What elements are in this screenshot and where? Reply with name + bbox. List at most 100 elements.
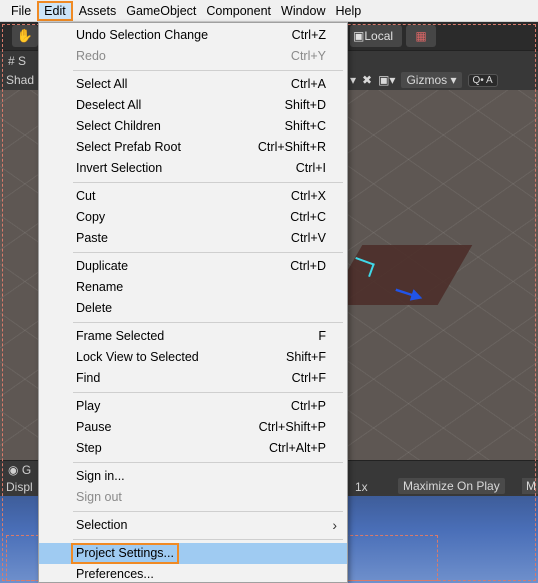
menu-item-label: Deselect All [76,98,142,112]
menu-item-select-all[interactable]: Select All Ctrl+A [39,74,347,95]
menu-item-sign-in[interactable]: Sign in... [39,466,347,487]
menu-window[interactable]: Window [276,1,330,21]
menu-item-shortcut: Ctrl+Shift+P [258,420,326,434]
menu-item-shortcut: Ctrl+Alt+P [269,441,326,455]
menu-item-shortcut: Shift+D [284,98,326,112]
menu-item-label: Sign in... [76,469,125,483]
menu-item-label: Redo [76,49,106,63]
menu-item-rename[interactable]: Rename [39,277,347,298]
menu-item-label: Delete [76,301,113,315]
menu-item-frame-selected[interactable]: Frame Selected F [39,326,347,347]
menu-item-shortcut: Ctrl+F [291,371,326,385]
menu-item-select-prefab-root[interactable]: Select Prefab Root Ctrl+Shift+R [39,137,347,158]
menu-item-label: Frame Selected [76,329,165,343]
menu-item-copy[interactable]: Copy Ctrl+C [39,207,347,228]
menu-item-label: Find [76,371,101,385]
menu-item-label: Select Children [76,119,161,133]
game-tab[interactable]: ◉ G [8,463,31,477]
menu-item-label: Copy [76,210,106,224]
menu-item-project-settings[interactable]: Project Settings... [39,543,347,564]
gamepad-icon: ◉ [8,463,19,477]
menu-item-duplicate[interactable]: Duplicate Ctrl+D [39,256,347,277]
menu-separator [39,179,347,186]
menu-item-step[interactable]: Step Ctrl+Alt+P [39,438,347,459]
menu-item-play[interactable]: Play Ctrl+P [39,396,347,417]
menu-item-deselect-all[interactable]: Deselect All Shift+D [39,95,347,116]
grid-snap-icon[interactable]: ▦ [406,25,436,47]
menu-item-redo[interactable]: Redo Ctrl+Y [39,46,347,67]
menu-gameobject[interactable]: GameObject [121,1,201,21]
gizmos-label: Gizmos [406,73,448,87]
menu-item-label: Step [76,441,102,455]
menu-item-label: Pause [76,420,112,434]
menu-assets[interactable]: Assets [74,1,122,21]
menu-item-label: Paste [76,231,108,245]
menu-item-undo-selection-change[interactable]: Undo Selection Change Ctrl+Z [39,25,347,46]
menu-separator [39,508,347,515]
menu-separator [39,389,347,396]
menu-component[interactable]: Component [201,1,276,21]
scene-search-input[interactable]: Q• A [467,73,498,87]
menu-item-shortcut: Ctrl+Z [291,28,326,42]
selected-plane [327,245,473,305]
tools-icon[interactable]: ✖ [362,73,372,87]
pivot-local-button[interactable]: ▣Local [350,25,402,47]
menu-item-delete[interactable]: Delete [39,298,347,319]
menu-separator [39,536,347,543]
menu-item-shortcut: Ctrl+Y [290,49,326,63]
shading-mode-dropdown[interactable]: Shad [6,73,34,87]
gizmos-dropdown[interactable]: Gizmos ▾ [401,72,462,88]
menu-item-sign-out[interactable]: Sign out [39,487,347,508]
menu-item-preferences[interactable]: Preferences... [39,564,347,583]
menu-item-shortcut: Ctrl+D [290,259,326,273]
menu-item-select-children[interactable]: Select Children Shift+C [39,116,347,137]
menu-item-label: Rename [76,280,124,294]
menu-item-lock-view-to-selected[interactable]: Lock View to Selected Shift+F [39,347,347,368]
mute-toggle[interactable]: M [522,478,538,494]
menu-item-invert-selection[interactable]: Invert Selection Ctrl+I [39,158,347,179]
menu-item-label: Invert Selection [76,161,163,175]
menu-separator [39,67,347,74]
menu-item-shortcut: Ctrl+Shift+R [257,140,326,154]
menu-item-find[interactable]: Find Ctrl+F [39,368,347,389]
menu-item-shortcut: Ctrl+I [295,161,326,175]
hand-icon[interactable]: ✋ [12,25,38,47]
menu-item-shortcut: F [318,329,326,343]
menu-edit[interactable]: Edit [37,0,73,21]
display-dropdown[interactable]: Displ [6,480,33,494]
menu-file[interactable]: File [6,1,36,21]
menu-item-cut[interactable]: Cut Ctrl+X [39,186,347,207]
menu-item-paste[interactable]: Paste Ctrl+V [39,228,347,249]
menu-item-label: Preferences... [76,567,154,581]
menu-item-shortcut: Ctrl+X [290,189,326,203]
menu-item-shortcut: Shift+C [284,119,326,133]
menu-item-pause[interactable]: Pause Ctrl+Shift+P [39,417,347,438]
maximize-on-play-toggle[interactable]: Maximize On Play [398,478,505,494]
local-label: Local [364,29,394,43]
menu-item-label: Cut [76,189,96,203]
menu-item-selection[interactable]: Selection › [39,515,347,536]
camera-icon[interactable]: ▣▾ [378,73,395,87]
chevron-right-icon: › [332,517,337,533]
menu-item-label: Duplicate [76,259,129,273]
menu-separator [39,319,347,326]
edit-dropdown-menu: Undo Selection Change Ctrl+Z Redo Ctrl+Y Sel… [38,22,348,583]
menu-help[interactable]: Help [330,1,366,21]
menu-item-label: Sign out [76,490,122,504]
menu-item-label: Select Prefab Root [76,140,181,154]
menu-item-label: Play [76,399,101,413]
menu-item-label: Selection [76,518,128,532]
scene-tab[interactable]: # S [8,54,26,68]
menu-item-shortcut: Ctrl+C [290,210,326,224]
menu-item-shortcut: Ctrl+V [290,231,326,245]
scale-value: 1x [355,480,368,494]
chevron-down-icon[interactable]: ▾ [350,73,356,87]
menu-item-shortcut: Shift+F [286,350,326,364]
menu-item-shortcut: Ctrl+A [290,77,326,91]
cube-icon: ▣ [353,29,365,43]
scene-controls: ▾ ✖ ▣▾ Gizmos ▾ Q• A [350,70,498,90]
main-menu-bar: File Edit Assets GameObject Component Wi… [0,0,538,22]
game-tab-label: G [21,463,32,477]
menu-item-label: Undo Selection Change [76,28,209,42]
menu-item-label: Lock View to Selected [76,350,199,364]
